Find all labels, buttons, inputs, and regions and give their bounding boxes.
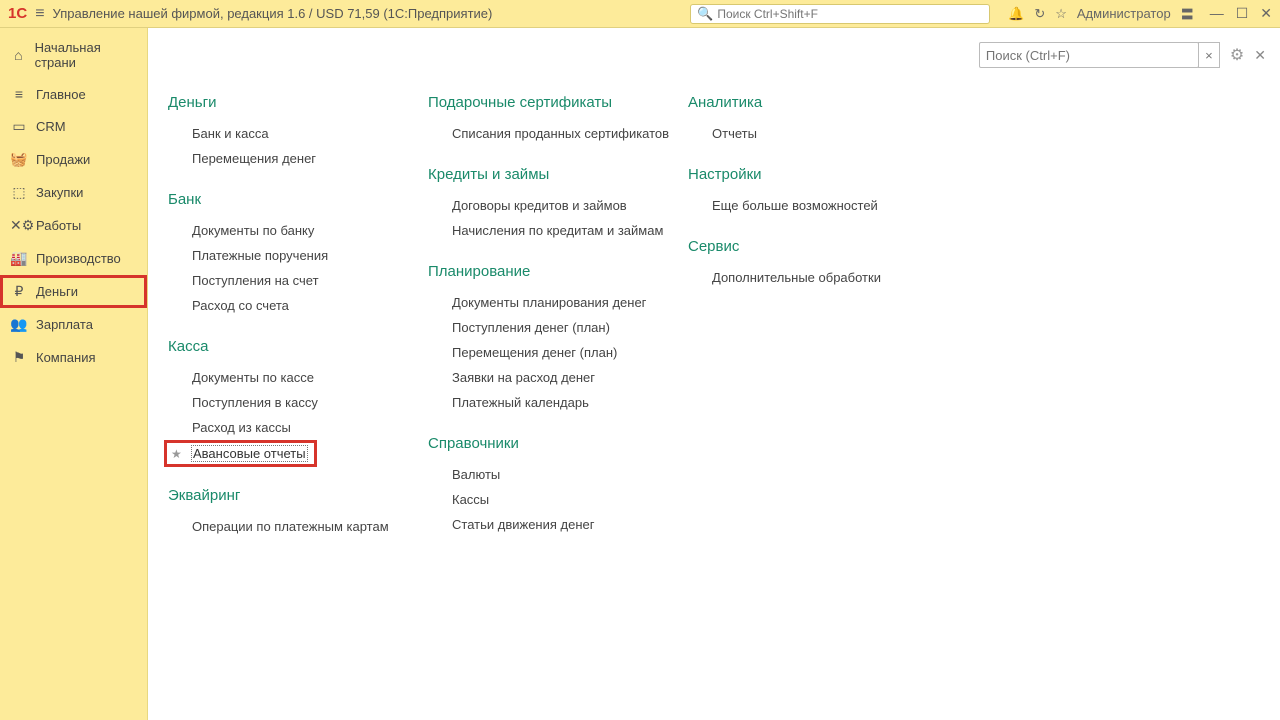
group-money-header[interactable]: Деньги	[168, 94, 418, 111]
logo-1c-icon: 1С	[8, 5, 27, 22]
panel-search-input[interactable]	[986, 48, 1192, 63]
link-loan-contracts[interactable]: Договоры кредитов и займов	[428, 193, 678, 218]
link-payment-orders[interactable]: Платежные поручения	[168, 243, 418, 268]
basket-icon: 🧺	[10, 151, 28, 168]
main-top-controls: × ⚙ ✕	[979, 42, 1266, 68]
link-expense-acct[interactable]: Расход со счета	[168, 293, 418, 318]
link-cash-out[interactable]: Расход из кассы	[168, 415, 418, 440]
sidebar-item-home[interactable]: ⌂ Начальная страни	[0, 32, 147, 78]
sidebar-item-label: CRM	[36, 119, 66, 134]
sidebar-item-label: Производство	[36, 251, 121, 266]
link-advance-reports[interactable]: Авансовые отчеты	[164, 440, 317, 467]
sidebar-item-salary[interactable]: 👥 Зарплата	[0, 308, 147, 341]
link-ext-processors[interactable]: Дополнительные обработки	[688, 265, 918, 290]
column-1: Деньги Банк и касса Перемещения денег Ба…	[168, 94, 418, 559]
link-incoming[interactable]: Поступления на счет	[168, 268, 418, 293]
list-icon: ≡	[10, 86, 28, 102]
link-plan-transfer[interactable]: Перемещения денег (план)	[428, 340, 678, 365]
sidebar-item-purchase[interactable]: ⬚ Закупки	[0, 176, 147, 209]
minimize-icon[interactable]: —	[1210, 5, 1224, 22]
main-content: × ⚙ ✕ Деньги Банк и касса Перемещения де…	[148, 28, 1280, 720]
star-icon[interactable]: ☆	[1055, 6, 1067, 22]
menu-lines-icon[interactable]: 〓	[1181, 4, 1194, 23]
panel-search[interactable]	[979, 42, 1199, 68]
history-icon[interactable]: ↻	[1034, 6, 1045, 22]
link-reports[interactable]: Отчеты	[688, 121, 918, 146]
sidebar-item-works[interactable]: ✕⚙ Работы	[0, 209, 147, 242]
people-icon: 👥	[10, 316, 28, 333]
sidebar-item-label: Продажи	[36, 152, 90, 167]
sidebar-item-company[interactable]: ⚑ Компания	[0, 341, 147, 374]
group-refs-header[interactable]: Справочники	[428, 435, 678, 452]
group-planning-header[interactable]: Планирование	[428, 263, 678, 280]
tools-icon: ✕⚙	[10, 217, 28, 234]
sidebar-item-label: Деньги	[36, 284, 78, 299]
link-advance-reports-label: Авансовые отчеты	[191, 445, 308, 462]
ruble-icon: ₽	[10, 283, 28, 300]
group-bank-header[interactable]: Банк	[168, 191, 418, 208]
group-loans-header[interactable]: Кредиты и займы	[428, 166, 678, 183]
link-plan-income[interactable]: Поступления денег (план)	[428, 315, 678, 340]
sidebar-item-crm[interactable]: ▭ CRM	[0, 110, 147, 143]
link-gift-writeoff[interactable]: Списания проданных сертификатов	[428, 121, 678, 146]
search-icon: 🔍	[697, 6, 713, 22]
global-search-input[interactable]	[717, 7, 983, 21]
link-plan-docs[interactable]: Документы планирования денег	[428, 290, 678, 315]
flag-icon: ⚑	[10, 349, 28, 366]
close-icon[interactable]: ✕	[1260, 5, 1272, 22]
search-clear-button[interactable]: ×	[1198, 42, 1220, 68]
crm-icon: ▭	[10, 118, 28, 135]
factory-icon: 🏭	[10, 250, 28, 267]
user-label[interactable]: Администратор	[1077, 6, 1171, 21]
sidebar-item-label: Зарплата	[36, 317, 93, 332]
bell-icon[interactable]: 🔔	[1008, 6, 1024, 22]
link-more-options[interactable]: Еще больше возможностей	[688, 193, 918, 218]
title-controls: 🔔 ↻ ☆ Администратор 〓	[1008, 4, 1194, 23]
group-service-header[interactable]: Сервис	[688, 238, 918, 255]
column-2: Подарочные сертификаты Списания проданны…	[428, 94, 678, 559]
sidebar-item-label: Закупки	[36, 185, 83, 200]
titlebar: 1С ≡ Управление нашей фирмой, редакция 1…	[0, 0, 1280, 28]
link-cash-docs[interactable]: Документы по кассе	[168, 365, 418, 390]
group-cash-header[interactable]: Касса	[168, 338, 418, 355]
hamburger-icon[interactable]: ≡	[35, 5, 44, 23]
sidebar-item-money[interactable]: ₽ Деньги	[0, 275, 147, 308]
column-3: Аналитика Отчеты Настройки Еще больше во…	[688, 94, 918, 559]
link-spend-requests[interactable]: Заявки на расход денег	[428, 365, 678, 390]
link-cashdesks[interactable]: Кассы	[428, 487, 678, 512]
sidebar-item-label: Работы	[36, 218, 81, 233]
link-cash-in[interactable]: Поступления в кассу	[168, 390, 418, 415]
sidebar-item-sales[interactable]: 🧺 Продажи	[0, 143, 147, 176]
maximize-icon[interactable]: ☐	[1236, 5, 1249, 22]
sidebar-item-main[interactable]: ≡ Главное	[0, 78, 147, 110]
link-bank-kassa[interactable]: Банк и касса	[168, 121, 418, 146]
home-icon: ⌂	[10, 47, 27, 63]
link-loan-accrual[interactable]: Начисления по кредитам и займам	[428, 218, 678, 243]
link-currencies[interactable]: Валюты	[428, 462, 678, 487]
group-gift-header[interactable]: Подарочные сертификаты	[428, 94, 678, 111]
link-pay-calendar[interactable]: Платежный календарь	[428, 390, 678, 415]
app-title: Управление нашей фирмой, редакция 1.6 / …	[53, 6, 493, 21]
sidebar-item-label: Начальная страни	[35, 40, 137, 70]
global-search[interactable]: 🔍	[690, 4, 990, 24]
link-cashflow-items[interactable]: Статьи движения денег	[428, 512, 678, 537]
group-settings-header[interactable]: Настройки	[688, 166, 918, 183]
sidebar: ⌂ Начальная страни ≡ Главное ▭ CRM 🧺 Продажи…	[0, 28, 148, 720]
panel-close-icon[interactable]: ✕	[1254, 47, 1266, 64]
group-analytics-header[interactable]: Аналитика	[688, 94, 918, 111]
box-icon: ⬚	[10, 184, 28, 201]
link-bank-docs[interactable]: Документы по банку	[168, 218, 418, 243]
link-money-transfer[interactable]: Перемещения денег	[168, 146, 418, 171]
link-card-ops[interactable]: Операции по платежным картам	[168, 514, 418, 539]
sidebar-item-label: Компания	[36, 350, 96, 365]
gear-icon[interactable]: ⚙	[1230, 45, 1244, 65]
sidebar-item-label: Главное	[36, 87, 86, 102]
window-controls: — ☐ ✕	[1210, 5, 1272, 22]
group-acquiring-header[interactable]: Эквайринг	[168, 487, 418, 504]
sidebar-item-production[interactable]: 🏭 Производство	[0, 242, 147, 275]
